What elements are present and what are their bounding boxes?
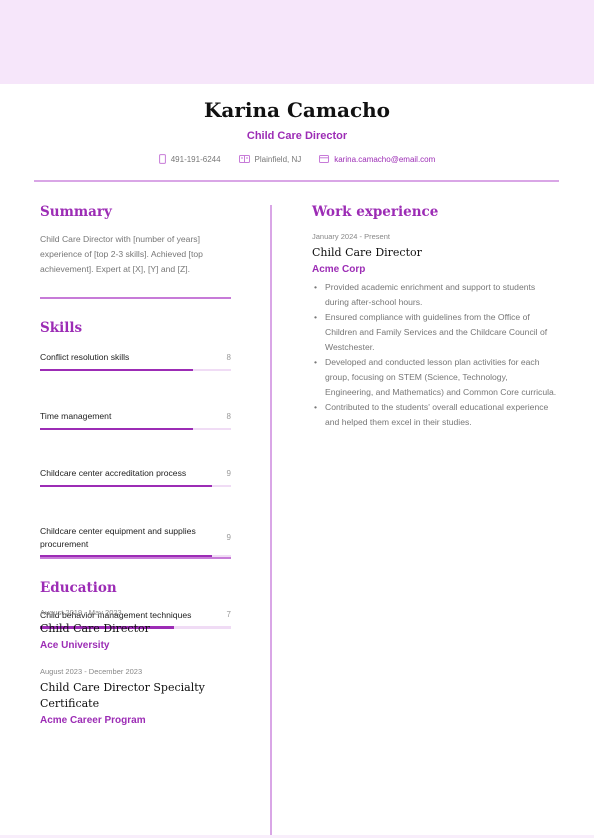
education-title: Education [40, 580, 117, 596]
contact-email[interactable]: karina.camacho@email.com [319, 154, 435, 164]
skill-bar-fill [40, 484, 212, 487]
work-bullet: Provided academic enrichment and support… [312, 280, 557, 310]
education-school: Acme Career Program [40, 715, 146, 726]
summary-title: Summary [40, 204, 112, 220]
skill-item: Childcare center equipment and supplies … [40, 525, 231, 558]
education-dates: August 2023 - December 2023 [40, 667, 143, 676]
work-bullets: Provided academic enrichment and support… [312, 280, 557, 430]
skill-name: Childcare center equipment and supplies … [40, 526, 196, 549]
candidate-name: Karina Camacho [204, 98, 390, 122]
work-item: January 2024 - Present Child Care Direct… [312, 232, 557, 430]
skill-bar [40, 368, 231, 371]
summary-text: Child Care Director with [number of year… [40, 234, 203, 274]
education-dates: August 2019 - May 2023 [40, 608, 122, 617]
skill-value: 8 [226, 411, 231, 421]
work-section: Work experience January 2024 - Present C… [312, 204, 557, 430]
section-divider [40, 557, 231, 559]
education-item: August 2019 - May 2023 Child Care Direct… [40, 608, 231, 651]
phone-icon [158, 154, 166, 164]
skill-item: Childcare center accreditation process 9 [40, 467, 231, 487]
skill-name: Conflict resolution skills [40, 352, 130, 362]
candidate-headline: Child Care Director [246, 130, 348, 142]
work-title: Work experience [312, 204, 439, 220]
skills-section: Skills [40, 320, 231, 336]
education-section: Education August 2019 - May 2023 Child C… [40, 580, 231, 726]
education-degree: Child Care Director [40, 622, 150, 635]
mail-icon [319, 155, 330, 163]
education-degree: Child Care Director Specialty Certificat… [40, 681, 205, 710]
contact-row: 491-191-6244 Plainfield, NJ karina.camac… [0, 154, 594, 164]
skill-value: 9 [226, 533, 231, 542]
summary-section: Summary Child Care Director with [number… [40, 204, 231, 277]
header-band [0, 0, 594, 84]
education-item: August 2023 - December 2023 Child Care D… [40, 667, 231, 726]
skill-bar-fill [40, 368, 193, 371]
work-dates: January 2024 - Present [312, 232, 390, 241]
skills-title: Skills [40, 320, 83, 336]
work-company: Acme Corp [312, 264, 366, 275]
work-bullet: Contributed to the students' overall edu… [312, 400, 557, 430]
skill-bar-fill [40, 427, 193, 430]
skill-name: Time management [40, 411, 112, 421]
column-divider [270, 205, 272, 838]
id-card-icon [238, 155, 250, 163]
section-divider [40, 297, 231, 299]
skill-bar [40, 427, 231, 430]
skill-value: 8 [226, 352, 231, 362]
work-bullet: Ensured compliance with guidelines from … [312, 310, 557, 355]
work-role: Child Care Director [312, 246, 422, 259]
contact-location: Plainfield, NJ [238, 154, 302, 164]
header-divider [34, 180, 559, 182]
skill-value: 9 [226, 468, 231, 478]
email-link[interactable]: karina.camacho@email.com [334, 155, 435, 164]
skill-name: Childcare center accreditation process [40, 468, 187, 478]
location-text: Plainfield, NJ [254, 154, 302, 164]
education-school: Ace University [40, 640, 110, 651]
work-bullet: Developed and conducted lesson plan acti… [312, 355, 557, 400]
skill-item: Conflict resolution skills 8 [40, 351, 231, 371]
phone-text: 491-191-6244 [170, 154, 221, 164]
skill-bar [40, 484, 231, 487]
skill-item: Time management 8 [40, 410, 231, 430]
contact-phone: 491-191-6244 [158, 154, 221, 164]
